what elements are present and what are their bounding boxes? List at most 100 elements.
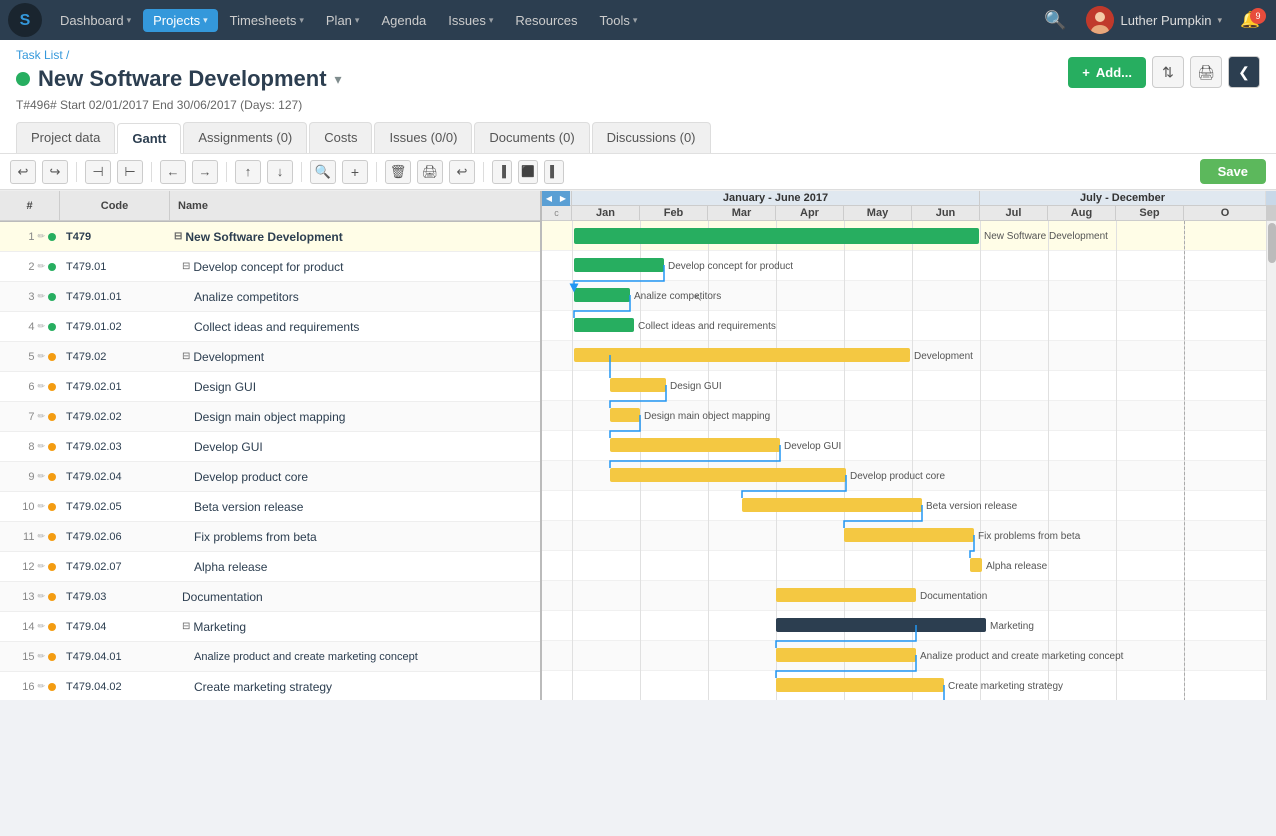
breadcrumb[interactable]: Task List / [16,48,342,62]
nav-item-resources[interactable]: Resources [505,9,587,32]
tab-documents[interactable]: Documents (0) [474,122,589,153]
user-name: Luther Pumpkin [1120,13,1211,28]
table-row[interactable]: 10✏ T479.02.05 Beta version release [0,492,540,522]
user-section[interactable]: Luther Pumpkin ▾ [1078,6,1230,34]
nav-item-dashboard[interactable]: Dashboard ▾ [50,9,141,32]
edit-icon[interactable]: ✏ [37,591,45,602]
gantt-table-rows: 1 ✏ T479 ⊟ New Software Development 2✏ [0,222,540,700]
nav-item-timesheets[interactable]: Timesheets ▾ [220,9,314,32]
tab-project-data[interactable]: Project data [16,122,115,153]
svg-text:Analize product and create mar: Analize product and create marketing con… [920,651,1124,662]
table-row[interactable]: 4✏ T479.01.02 Collect ideas and requirem… [0,312,540,342]
zoom-in-button[interactable]: + [342,160,368,184]
table-row[interactable]: 13✏ T479.03 Documentation [0,582,540,612]
print-gantt-button[interactable]: 🖨 [417,160,443,184]
table-row[interactable]: 7✏ T479.02.02 Design main object mapping [0,402,540,432]
svg-text:Develop concept for product: Develop concept for product [668,261,793,272]
avatar [1086,6,1114,34]
indent-button[interactable]: ⊣ [85,160,111,184]
gantt-toolbar: ↩ ↪ ⊣ ⊢ ← → ↑ ↓ 🔍 + 🗑 🖨 ↩ ▐ ⬛ ▌ Save [0,154,1276,190]
table-row[interactable]: 5✏ T479.02 ⊟ Development [0,342,540,372]
redo-button[interactable]: ↪ [42,160,68,184]
svg-text:New Software Development: New Software Development [984,231,1108,242]
move-down-button[interactable]: ↓ [267,160,293,184]
table-row[interactable]: 11✏ T479.02.06 Fix problems from beta [0,522,540,552]
move-up-button[interactable]: ↑ [235,160,261,184]
edit-icon[interactable]: ✏ [37,261,45,272]
tab-issues[interactable]: Issues (0/0) [374,122,472,153]
gantt-left-panel: # Code Name 1 ✏ T479 ⊟ New So [0,191,542,700]
edit-icon[interactable]: ✏ [37,231,45,242]
table-row[interactable]: 1 ✏ T479 ⊟ New Software Development [0,222,540,252]
edit-icon[interactable]: ✏ [37,381,45,392]
table-row[interactable]: 15✏ T479.04.01 Analize product and creat… [0,642,540,672]
gantt-container: # Code Name 1 ✏ T479 ⊟ New So [0,190,1276,700]
edit-icon[interactable]: ✏ [37,321,45,332]
view-toggle-1[interactable]: ▐ [492,160,512,184]
print-button[interactable]: 🖨 [1190,56,1222,88]
nav-item-tools[interactable]: Tools ▾ [590,9,648,32]
table-row[interactable]: 8✏ T479.02.03 Develop GUI [0,432,540,462]
edit-icon[interactable]: ✏ [37,501,45,512]
tabs-bar: Project data Gantt Assignments (0) Costs… [16,122,1260,153]
edit-icon[interactable]: ✏ [37,471,45,482]
zoom-out-button[interactable]: 🔍 [310,160,336,184]
tab-assignments[interactable]: Assignments (0) [183,122,307,153]
dot-green [48,233,56,241]
svg-text:Development: Development [914,351,973,362]
sort-button[interactable]: ⇅ [1152,56,1184,88]
svg-text:Fix problems from beta: Fix problems from beta [978,531,1081,542]
search-button[interactable]: 🔍 [1034,10,1076,31]
svg-text:Design GUI: Design GUI [670,381,722,392]
view-toggle-3[interactable]: ▌ [544,160,564,184]
move-right-button[interactable]: → [192,160,218,184]
edit-icon[interactable]: ✏ [37,411,45,422]
project-title-chevron[interactable]: ▾ [335,71,342,88]
undo-button[interactable]: ↩ [10,160,36,184]
top-nav: S Dashboard ▾ Projects ▾ Timesheets ▾ Pl… [0,0,1276,40]
nav-item-projects[interactable]: Projects ▾ [143,9,218,32]
tab-costs[interactable]: Costs [309,122,372,153]
table-row[interactable]: 9✏ T479.02.04 Develop product core [0,462,540,492]
svg-text:Beta version release: Beta version release [926,501,1018,512]
table-row[interactable]: 2✏ T479.01 ⊟ Develop concept for product [0,252,540,282]
outdent-button[interactable]: ⊢ [117,160,143,184]
add-button[interactable]: + Add... [1068,57,1146,88]
edit-icon[interactable]: ✏ [37,291,45,302]
edit-icon[interactable]: ✏ [37,351,45,362]
edit-icon[interactable]: ✏ [37,531,45,542]
tab-discussions[interactable]: Discussions (0) [592,122,711,153]
edit-icon[interactable]: ✏ [37,681,45,692]
svg-text:S: S [20,12,31,29]
edit-icon[interactable]: ✏ [37,441,45,452]
svg-text:Collect ideas and requirements: Collect ideas and requirements [638,321,776,332]
edit-icon[interactable]: ✏ [37,561,45,572]
nav-item-agenda[interactable]: Agenda [371,9,436,32]
table-row[interactable]: 12✏ T479.02.07 Alpha release [0,552,540,582]
svg-text:Develop product core: Develop product core [850,471,945,482]
svg-text:↖: ↖ [694,293,702,304]
svg-text:Develop GUI: Develop GUI [784,441,841,452]
move-left-button[interactable]: ← [160,160,186,184]
view-toggle-2[interactable]: ⬛ [518,160,538,184]
save-button[interactable]: Save [1200,159,1266,184]
gantt-right-panel: ◀ ▶ January - June 2017 July - December … [542,191,1276,700]
svg-text:Analize competitors: Analize competitors [634,291,721,302]
link-button[interactable]: ↩ [449,160,475,184]
edit-icon[interactable]: ✏ [37,651,45,662]
tab-gantt[interactable]: Gantt [117,123,181,154]
notification-bell[interactable]: 🔔 9 [1232,10,1268,30]
table-row[interactable]: 14✏ T479.04 ⊟ Marketing [0,612,540,642]
table-row[interactable]: 3✏ T479.01.01 Analize competitors [0,282,540,312]
edit-icon[interactable]: ✏ [37,621,45,632]
table-row[interactable]: 6✏ T479.02.01 Design GUI [0,372,540,402]
nav-item-issues[interactable]: Issues ▾ [438,9,503,32]
nav-item-plan[interactable]: Plan ▾ [316,9,370,32]
logo[interactable]: S [8,3,42,37]
table-row[interactable]: 16✏ T479.04.02 Create marketing strategy [0,672,540,700]
collapse-button[interactable]: ❮ [1228,56,1260,88]
project-meta: T#496# Start 02/01/2017 End 30/06/2017 (… [16,98,342,112]
svg-text:Design main object mapping: Design main object mapping [644,411,770,422]
delete-button[interactable]: 🗑 [385,160,411,184]
svg-text:Marketing: Marketing [990,621,1034,632]
